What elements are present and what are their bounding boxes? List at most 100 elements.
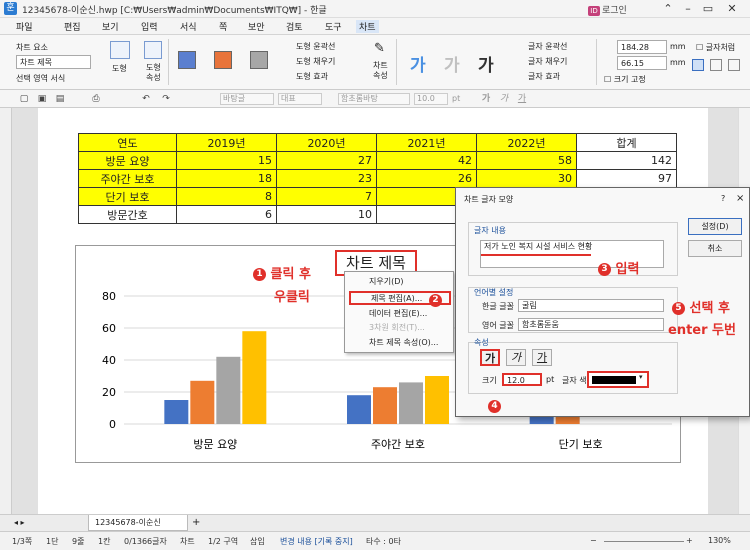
table-cell[interactable]: 15 xyxy=(176,151,277,170)
chart-element-select[interactable]: 차트 제목 xyxy=(16,55,91,69)
table-header-cell[interactable]: 연도 xyxy=(78,133,177,152)
font-group-select[interactable]: 대표 xyxy=(278,93,322,105)
table-cell[interactable]: 23 xyxy=(276,169,377,188)
font-color-select[interactable]: ▾ xyxy=(587,371,649,388)
wrap-mode-icon[interactable] xyxy=(692,59,704,71)
table-total-cell[interactable]: 97 xyxy=(576,169,677,188)
menu-insert[interactable]: 입력 xyxy=(141,20,158,33)
status-track-changes[interactable]: 변경 내용 [기록 중지] xyxy=(280,536,353,547)
text-outline-button[interactable]: 글자 윤곽선 xyxy=(528,41,567,52)
table-cell[interactable]: 27 xyxy=(276,151,377,170)
table-header-cell[interactable]: 2021년 xyxy=(376,133,477,152)
select-format-button[interactable]: 선택 영역 서식 xyxy=(16,73,65,84)
new-doc-icon[interactable]: ▢ xyxy=(18,93,30,105)
context-delete-item[interactable]: 지우기(D) xyxy=(349,275,451,289)
treat-as-char-checkbox[interactable]: ☐ 글자처럼 xyxy=(696,42,735,53)
text-style-gray[interactable]: 가 xyxy=(444,51,460,76)
table-cell[interactable]: 6 xyxy=(176,205,277,224)
document-tab[interactable]: 12345678-이순신 xyxy=(88,515,188,531)
maximize-button[interactable]: ▭ xyxy=(700,1,716,17)
zoom-level[interactable]: 130% xyxy=(708,536,731,545)
table-cell[interactable]: 8 xyxy=(176,187,277,206)
login-button[interactable]: ID 로그인 xyxy=(588,3,627,16)
italic-toggle[interactable]: 가 xyxy=(506,349,526,366)
close-button[interactable]: ✕ xyxy=(724,1,740,17)
menu-format[interactable]: 서식 xyxy=(180,20,197,33)
text-style-blue[interactable]: 가 xyxy=(410,51,426,76)
ok-button[interactable]: 설정(D) xyxy=(688,218,742,235)
underline-icon[interactable]: 가 xyxy=(516,93,528,105)
help-button[interactable]: ? xyxy=(721,194,725,203)
table-row-label[interactable]: 방문 요양 xyxy=(78,151,177,170)
shape-outline-button[interactable]: 도형 윤곽선 xyxy=(296,41,335,52)
font-select[interactable]: 함초롬바탕 xyxy=(338,93,410,105)
table-cell[interactable]: 42 xyxy=(376,151,477,170)
table-cell[interactable]: 10 xyxy=(276,205,377,224)
status-insert[interactable]: 삽입 xyxy=(250,536,265,547)
text-style-dark[interactable]: 가 xyxy=(478,51,494,76)
underline-toggle[interactable]: 가 xyxy=(532,349,552,366)
shape-effect-button[interactable]: 도형 효과 xyxy=(296,71,328,82)
status-page[interactable]: 1/3쪽 xyxy=(12,536,32,547)
menu-edit[interactable]: 편집 xyxy=(64,20,81,33)
shape-button[interactable]: 도형 xyxy=(112,63,127,74)
print-icon[interactable]: ⎙ xyxy=(90,93,102,105)
undo-icon[interactable]: ↶ xyxy=(140,93,152,105)
para-style-select[interactable]: 바탕글 xyxy=(220,93,274,105)
scroll-tabs-icon[interactable]: ◂ ▸ xyxy=(14,518,25,527)
add-tab-button[interactable]: + xyxy=(192,517,200,528)
table-cell[interactable]: 30 xyxy=(476,169,577,188)
cancel-button[interactable]: 취소 xyxy=(688,240,742,257)
bold-icon[interactable]: 가 xyxy=(480,93,492,105)
menu-chart[interactable]: 차트 xyxy=(356,20,379,33)
size-fixed-checkbox[interactable]: ☐ 크기 고정 xyxy=(604,74,646,85)
chart-props-button[interactable]: 차트 속성 xyxy=(373,61,391,81)
context-title-props-item[interactable]: 차트 제목 속성(O)... xyxy=(349,336,451,350)
height-input[interactable]: 66.15 xyxy=(617,56,667,70)
table-header-cell[interactable]: 2020년 xyxy=(276,133,377,152)
table-cell[interactable]: 26 xyxy=(376,169,477,188)
table-row-label[interactable]: 주야간 보호 xyxy=(78,169,177,188)
table-row-label[interactable]: 방문간호 xyxy=(78,205,177,224)
ribbon-toggle-icon[interactable]: ⌃ xyxy=(660,1,676,17)
redo-icon[interactable]: ↷ xyxy=(160,93,172,105)
english-font-select[interactable]: 함초롬돋움 xyxy=(518,318,664,331)
table-header-cell[interactable]: 2019년 xyxy=(176,133,277,152)
zoom-out-icon[interactable]: − xyxy=(590,536,597,545)
shape-fill-button[interactable]: 도형 채우기 xyxy=(296,56,335,67)
menu-file[interactable]: 파일 xyxy=(16,20,33,33)
shape-props-icon[interactable] xyxy=(144,41,162,59)
shape-props-button[interactable]: 도형 속성 xyxy=(146,63,162,83)
font-size-input[interactable]: 10.0 xyxy=(414,93,448,105)
minimize-button[interactable]: – xyxy=(680,1,696,17)
table-row-label[interactable]: 단기 보호 xyxy=(78,187,177,206)
wrap-mode-icon[interactable] xyxy=(710,59,722,71)
menu-security[interactable]: 보안 xyxy=(248,20,265,33)
table-cell[interactable]: 7 xyxy=(276,187,377,206)
table-cell[interactable]: 18 xyxy=(176,169,277,188)
wrap-mode-icon[interactable] xyxy=(728,59,740,71)
korean-font-select[interactable]: 굴림 xyxy=(518,299,664,312)
table-header-cell[interactable]: 합계 xyxy=(576,133,677,152)
zoom-in-icon[interactable]: + xyxy=(686,536,693,545)
menu-tools[interactable]: 도구 xyxy=(325,20,342,33)
style-swatch-blue[interactable] xyxy=(178,51,196,69)
menu-view[interactable]: 보기 xyxy=(102,20,119,33)
table-cell[interactable]: 58 xyxy=(476,151,577,170)
table-header-cell[interactable]: 2022년 xyxy=(476,133,577,152)
font-size-input[interactable]: 12.0 xyxy=(502,373,542,386)
hwp-app-icon[interactable]: 훈 xyxy=(4,2,17,15)
width-input[interactable]: 184.28 xyxy=(617,40,667,54)
zoom-slider[interactable] xyxy=(604,541,684,542)
menu-page[interactable]: 쪽 xyxy=(219,20,227,33)
style-swatch-orange[interactable] xyxy=(214,51,232,69)
text-effect-button[interactable]: 글자 효과 xyxy=(528,71,560,82)
dialog-close-button[interactable]: × xyxy=(736,193,744,204)
context-edit-data-item[interactable]: 데이터 편집(E)... xyxy=(349,307,451,321)
italic-icon[interactable]: 가 xyxy=(498,93,510,105)
open-icon[interactable]: ▣ xyxy=(36,93,48,105)
style-swatch-gray[interactable] xyxy=(250,51,268,69)
menu-review[interactable]: 검토 xyxy=(286,20,303,33)
save-icon[interactable]: ▤ xyxy=(54,93,66,105)
shape-icon[interactable] xyxy=(110,41,130,59)
